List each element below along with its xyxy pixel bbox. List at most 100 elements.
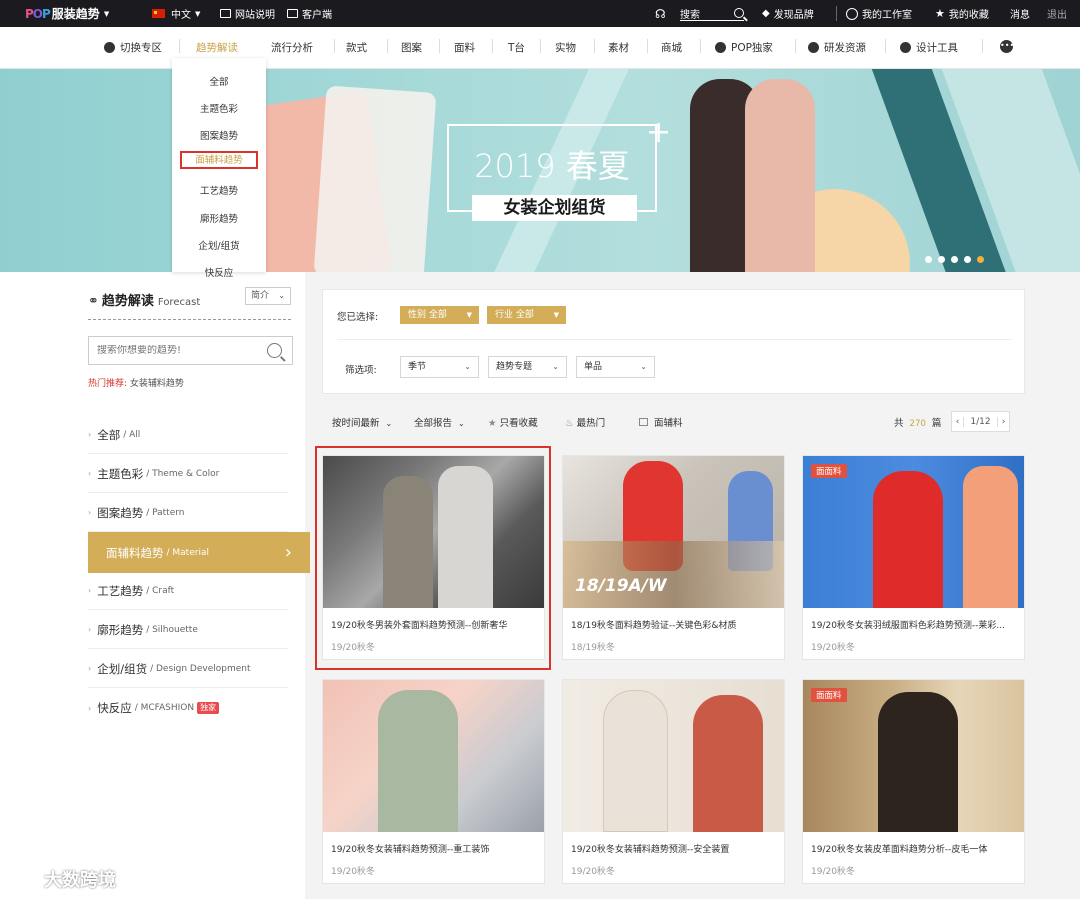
dropdown-item-pattern[interactable]: 图案趋势 [172, 128, 266, 142]
report-season: 19/20秋冬 [331, 867, 375, 877]
client-link[interactable]: 客户端 [287, 6, 332, 21]
dropdown-item-planning[interactable]: 企划/组货 [172, 238, 266, 252]
sidebar-item-planning[interactable]: › 企划/组货 / Design Development [88, 650, 288, 688]
sidebar-item-theme-color[interactable]: › 主题色彩 / Theme & Color [88, 455, 288, 493]
nav-rd-resources[interactable]: 研发资源 [808, 40, 866, 55]
site-guide-link[interactable]: 网站说明 [220, 6, 275, 21]
nav-label: 设计工具 [916, 42, 958, 54]
divider [836, 6, 837, 21]
prev-page-button[interactable]: ‹ [952, 416, 964, 427]
sidebar-item-label: 快反应 [97, 701, 132, 715]
report-thumbnail[interactable] [323, 680, 544, 832]
logout-link[interactable]: 退出 [1047, 6, 1067, 21]
nav-styles[interactable]: 款式 [346, 40, 367, 55]
only-favorites-filter[interactable]: ★ 只看收藏 [488, 415, 538, 429]
report-title[interactable]: 19/20秋冬女装辅料趋势预测--重工装饰 [331, 842, 539, 855]
nav-runway[interactable]: T台 [508, 40, 525, 55]
report-thumbnail[interactable] [803, 680, 1024, 832]
grid-icon [639, 418, 648, 426]
all-reports-select[interactable]: 全部报告 ⌄ [414, 415, 465, 429]
sidebar-item-pattern[interactable]: › 图案趋势 / Pattern [88, 494, 288, 532]
logo-text: 服装趋势 [51, 7, 100, 21]
sidebar-item-craft[interactable]: › 工艺趋势 / Craft [88, 572, 288, 610]
carousel-dot[interactable] [964, 256, 971, 263]
nav-materials[interactable]: 素材 [608, 40, 629, 55]
nav-physical[interactable]: 实物 [555, 40, 576, 55]
dropdown-item-material[interactable]: 面辅料趋势 [180, 151, 258, 169]
diamond-icon: ◆ [762, 8, 770, 19]
search-icon[interactable] [734, 8, 744, 18]
language-select[interactable]: 中文 ▼ [152, 6, 200, 21]
more-icon[interactable]: ••• [1000, 40, 1014, 53]
share-nodes-icon: ⚭ [88, 294, 99, 309]
fabric-filter[interactable]: 面辅料 [639, 415, 683, 429]
sidebar-item-en: / Theme & Color [146, 468, 220, 479]
sidebar-item-en: / MCFASHION [134, 703, 195, 713]
report-title[interactable]: 19/20秋冬女装皮革面料趋势分析--皮毛一体 [811, 842, 1019, 855]
headset-icon[interactable]: ☊ [655, 7, 666, 21]
report-card[interactable]: 18/19A/W 18/19秋冬面料趋势验证--关键色彩&材质 18/19秋冬 [562, 455, 785, 660]
hot-link[interactable]: 女装辅料趋势 [130, 379, 184, 389]
bullet-icon: › [88, 469, 92, 478]
report-title[interactable]: 19/20秋冬女装羽绒服面料色彩趋势预测--莱彩... [811, 618, 1019, 631]
trend-search-input[interactable] [97, 345, 247, 356]
discover-brand-link[interactable]: ◆ 发现品牌 [762, 6, 814, 21]
nav-fabrics[interactable]: 面料 [454, 40, 475, 55]
dropdown-item-theme-color[interactable]: 主题色彩 [172, 101, 266, 115]
chevron-down-icon: ⌄ [552, 362, 559, 371]
nav-divider [795, 39, 796, 53]
watermark-text: 大数跨境 [44, 870, 116, 891]
sidebar-item-material[interactable]: 面辅料趋势 / Material › [88, 532, 310, 573]
report-title[interactable]: 18/19秋冬面料趋势验证--关键色彩&材质 [571, 618, 779, 631]
search-icon[interactable] [267, 343, 282, 358]
chat-bubble-icon [10, 870, 36, 888]
nav-patterns[interactable]: 图案 [401, 40, 422, 55]
report-card[interactable]: 19/20秋冬女装辅料趋势预测--重工装饰 19/20秋冬 [322, 679, 545, 884]
report-thumbnail[interactable] [563, 680, 784, 832]
hottest-filter[interactable]: ♨ 最热门 [565, 415, 605, 429]
season-select[interactable]: 季节 ⌄ [400, 356, 479, 378]
workspace-link[interactable]: 我的工作室 [846, 6, 912, 21]
nav-trend-forecast[interactable]: 趋势解读 [196, 40, 238, 55]
dropdown-item-craft[interactable]: 工艺趋势 [172, 183, 266, 197]
report-card[interactable]: 面面料 19/20秋冬女装皮革面料趋势分析--皮毛一体 19/20秋冬 [802, 679, 1025, 884]
sort-time-select[interactable]: 按时间最新 ⌄ [332, 415, 392, 429]
sidebar-item-en: / All [123, 429, 141, 440]
nav-switch-zone[interactable]: 切换专区 [104, 40, 162, 55]
sidebar-item-silhouette[interactable]: › 廓形趋势 / Silhouette [88, 611, 288, 649]
bullet-icon: › [88, 508, 92, 517]
nav-trend-analysis[interactable]: 流行分析 [271, 40, 313, 55]
report-card[interactable]: 面面料 19/20秋冬女装羽绒服面料色彩趋势预测--莱彩... 19/20秋冬 [802, 455, 1025, 660]
sidebar-search[interactable] [88, 336, 293, 365]
pager: ‹ 1/12 › [951, 411, 1010, 432]
top-search[interactable]: 搜索 [680, 6, 744, 21]
sort-select[interactable]: 简介 ⌄ [245, 287, 291, 305]
item-select[interactable]: 单品 ⌄ [576, 356, 655, 378]
topic-select[interactable]: 趋势专题 ⌄ [488, 356, 567, 378]
nav-design-tools[interactable]: 设计工具 [900, 40, 958, 55]
dropdown-item-all[interactable]: 全部 [172, 74, 266, 88]
carousel-dot[interactable] [938, 256, 945, 263]
carousel-dot[interactable] [925, 256, 932, 263]
report-card[interactable]: 19/20秋冬女装辅料趋势预测--安全装置 19/20秋冬 [562, 679, 785, 884]
nav-mall[interactable]: 商城 [661, 40, 682, 55]
next-page-button[interactable]: › [997, 416, 1009, 427]
sidebar-item-all[interactable]: › 全部 / All [88, 416, 288, 454]
report-thumbnail[interactable] [803, 456, 1024, 608]
nav-pop-exclusive[interactable]: POP独家 [715, 40, 773, 55]
top-search-label: 搜索 [680, 9, 700, 21]
tag-industry[interactable]: 行业 全部 ▼ [487, 306, 566, 324]
sidebar-item-fast-response[interactable]: › 快反应 / MCFASHION 独家 [88, 689, 288, 727]
carousel-dot-active[interactable] [977, 256, 984, 263]
favorites-link[interactable]: ★ 我的收藏 [935, 6, 989, 21]
tag-gender[interactable]: 性别 全部 ▼ [400, 306, 479, 324]
dropdown-item-fast[interactable]: 快反应 [172, 265, 266, 279]
report-title[interactable]: 19/20秋冬女装辅料趋势预测--安全装置 [571, 842, 779, 855]
messages-link[interactable]: 消息 [1010, 6, 1030, 21]
site-logo[interactable]: POP 服装趋势 ▼ [25, 5, 109, 22]
banner-dots [925, 256, 984, 263]
carousel-dot[interactable] [951, 256, 958, 263]
sidebar-item-en: / Material [166, 547, 209, 558]
chevron-down-icon: ⌄ [278, 291, 285, 300]
dropdown-item-silhouette[interactable]: 廓形趋势 [172, 211, 266, 225]
